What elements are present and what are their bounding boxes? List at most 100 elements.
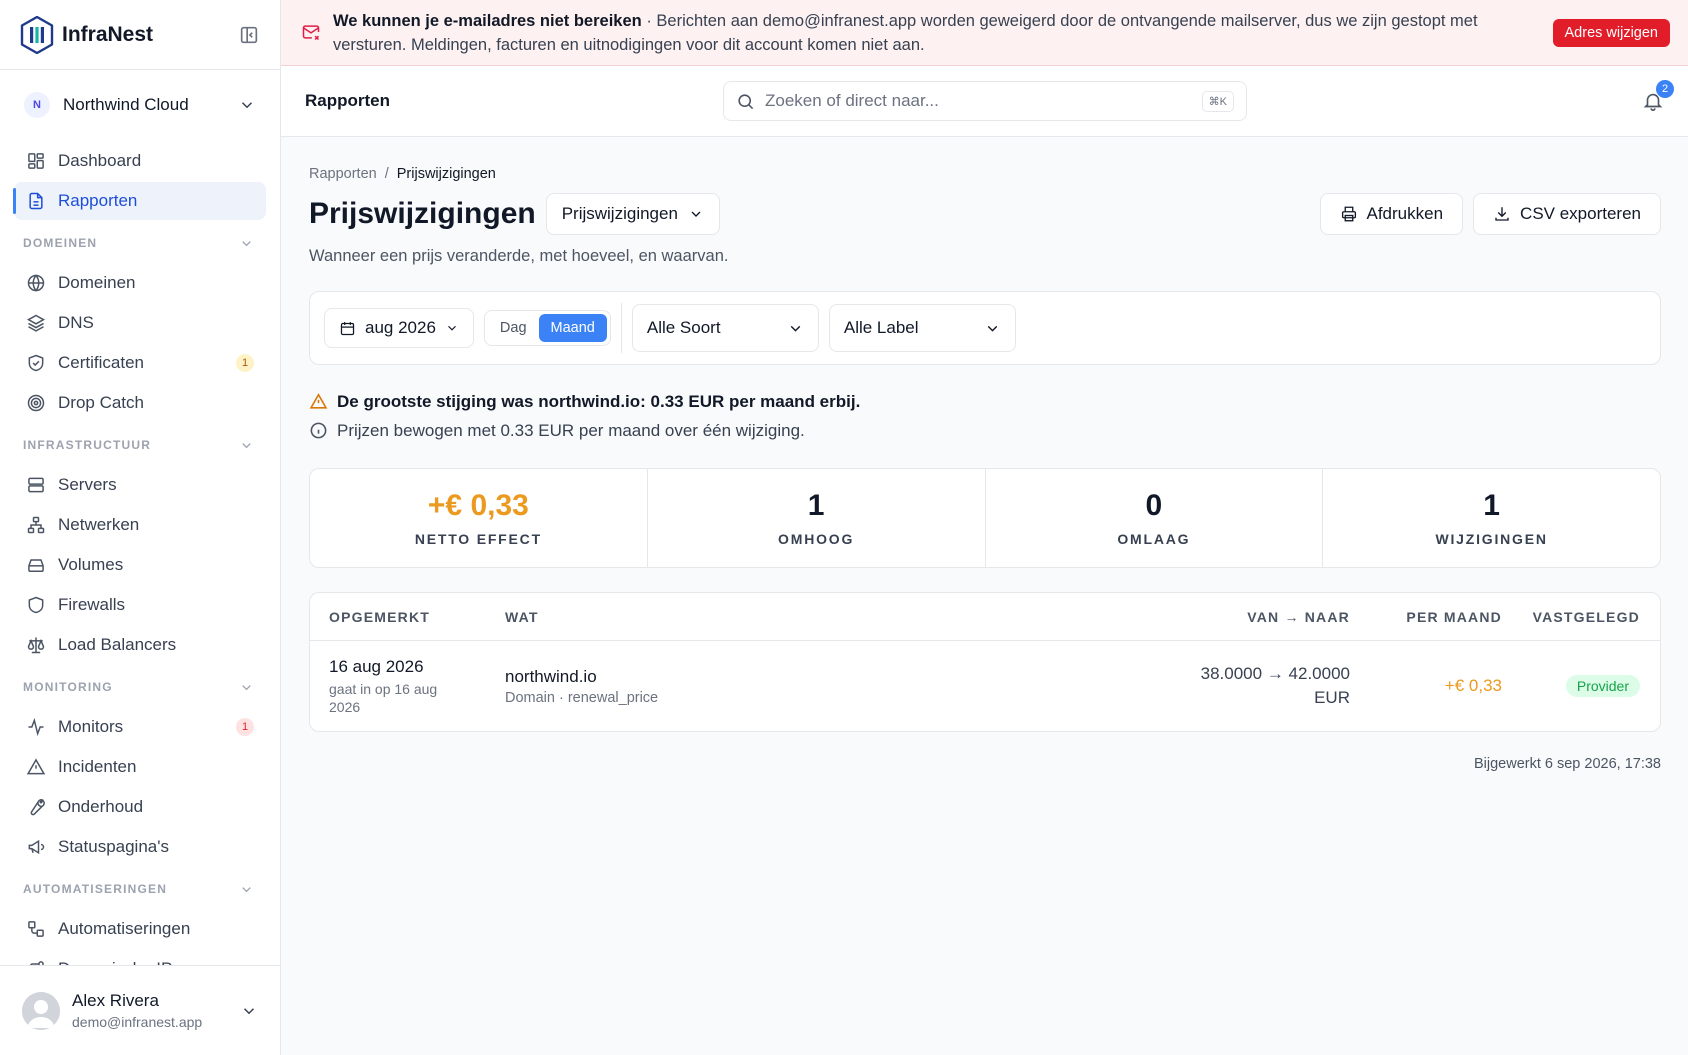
sidebar-item-onderhoud[interactable]: Onderhoud xyxy=(14,788,266,826)
user-menu[interactable]: Alex Rivera demo@infranest.app xyxy=(0,965,280,1055)
stat-label: WIJZIGINGEN xyxy=(1435,531,1548,547)
col-from-to[interactable]: VAN → NAAR xyxy=(1050,609,1350,625)
label-filter[interactable]: Alle Label xyxy=(828,304,1016,352)
section-automatiseringen[interactable]: AUTOMATISERINGEN xyxy=(14,870,266,908)
chevron-down-icon xyxy=(242,442,251,448)
notification-count: 2 xyxy=(1656,80,1674,98)
print-button[interactable]: Afdrukken xyxy=(1319,193,1464,235)
main-content: Rapporten / Prijswijzigingen Prijswijzig… xyxy=(309,137,1661,772)
cell-from-to: 38.0000 → 42.0000 EUR xyxy=(1050,662,1350,710)
megaphone-icon xyxy=(28,839,45,855)
col-recorded[interactable]: VASTGELEGD xyxy=(1502,609,1640,625)
sidebar-item-label: Netwerken xyxy=(58,515,140,534)
sidebar-item-label: Monitors xyxy=(58,717,124,736)
infranest-logo-icon xyxy=(20,15,54,54)
sidebar-item-rapporten[interactable]: Rapporten xyxy=(13,182,266,220)
sidebar-collapse-icon[interactable] xyxy=(238,24,260,46)
user-name: Alex Rivera xyxy=(72,991,159,1010)
insight-warning: De grootste stijging was northwind.io: 0… xyxy=(309,387,1661,416)
page-title: Prijswijzigingen xyxy=(309,197,536,230)
breadcrumb-rapporten[interactable]: Rapporten xyxy=(309,166,377,182)
stat-label: NETTO EFFECT xyxy=(414,531,542,547)
title-row: Prijswijzigingen Prijswijzigingen Afdruk… xyxy=(309,193,1661,235)
topbar: Rapporten ⌘K 2 xyxy=(281,66,1688,137)
sidebar-item-label: Certificaten xyxy=(58,353,144,372)
sidebar-item-label: Volumes xyxy=(58,555,124,574)
drive-icon xyxy=(28,559,44,572)
search-box[interactable]: ⌘K xyxy=(723,81,1247,121)
sidebar-item-volumes[interactable]: Volumes xyxy=(14,546,266,584)
sidebar-item-certificaten[interactable]: Certificaten 1 xyxy=(14,344,266,382)
section-domeinen[interactable]: DOMEINEN xyxy=(14,224,266,262)
sidebar-item-netwerken[interactable]: Netwerken xyxy=(14,506,266,544)
dashboard-icon xyxy=(28,153,44,169)
monitors-badge: 1 xyxy=(236,718,254,736)
info-icon xyxy=(310,422,327,439)
sidebar-item-domeinen[interactable]: Domeinen xyxy=(14,264,266,302)
sidebar-item-automatiseringen[interactable]: Automatiseringen xyxy=(14,910,266,948)
search-input[interactable] xyxy=(765,91,1202,111)
org-switcher[interactable]: N Northwind Cloud xyxy=(0,70,280,140)
sidebar-item-servers[interactable]: Servers xyxy=(14,466,266,504)
month-picker[interactable]: aug 2026 xyxy=(324,308,474,348)
table-row[interactable]: 16 aug 2026 gaat in op 16 aug 2026 north… xyxy=(310,641,1660,731)
sidebar-item-label: Incidenten xyxy=(58,757,137,776)
row-date: 16 aug 2026 xyxy=(329,656,424,676)
chevron-down-icon xyxy=(242,886,251,892)
shield-check-icon xyxy=(28,354,44,372)
sidebar-item-drop-catch[interactable]: Drop Catch xyxy=(14,384,266,422)
notifications-button[interactable]: 2 xyxy=(1642,80,1674,112)
col-noticed[interactable]: OPGEMERKT xyxy=(329,609,505,625)
sidebar-item-monitors[interactable]: Monitors 1 xyxy=(14,708,266,746)
row-delta: +€ 0,33 xyxy=(1444,676,1502,695)
search-shortcut: ⌘K xyxy=(1201,90,1234,112)
chevron-down-icon xyxy=(241,102,253,109)
period-day[interactable]: Dag xyxy=(488,314,539,342)
sidebar-item-label: Servers xyxy=(58,475,117,494)
period-toggle: Dag Maand xyxy=(483,310,611,346)
sidebar-item-incidenten[interactable]: Incidenten xyxy=(14,748,266,786)
alert-triangle-icon xyxy=(26,758,46,775)
stat-value: 1 xyxy=(1483,489,1500,522)
type-filter-value: Alle Soort xyxy=(646,318,721,337)
col-per-month[interactable]: PER MAAND xyxy=(1350,609,1502,625)
filters-bar: aug 2026 Dag Maand Alle Soort Alle Label xyxy=(309,291,1661,365)
server-icon xyxy=(28,477,44,493)
shield-icon xyxy=(28,596,44,614)
page-actions: Afdrukken CSV exporteren xyxy=(1319,193,1661,235)
print-label: Afdrukken xyxy=(1366,204,1444,223)
user-avatar-icon xyxy=(22,991,60,1030)
row-item[interactable]: northwind.io xyxy=(505,667,1050,687)
section-title: DOMEINEN xyxy=(23,236,98,250)
row-item-type: Domain · renewal_price xyxy=(505,689,659,706)
change-address-button[interactable]: Adres wijzigen xyxy=(1552,18,1670,47)
sidebar-item-label: Rapporten xyxy=(58,191,138,210)
stat-changes: 1 WIJZIGINGEN xyxy=(1323,469,1660,567)
sidebar-item-dns[interactable]: DNS xyxy=(14,304,266,342)
chevron-down-icon xyxy=(691,211,701,217)
report-type-select[interactable]: Prijswijzigingen xyxy=(545,193,720,235)
sidebar-item-firewalls[interactable]: Firewalls xyxy=(14,586,266,624)
section-monitoring[interactable]: MONITORING xyxy=(14,668,266,706)
search-icon xyxy=(738,93,754,109)
stat-net-effect: +€ 0,33 NETTO EFFECT xyxy=(310,469,648,567)
insight-info: Prijzen bewogen met 0.33 EUR per maand o… xyxy=(309,416,1661,445)
mail-x-icon xyxy=(302,25,320,41)
sidebar-item-dashboard[interactable]: Dashboard xyxy=(14,142,266,180)
col-what[interactable]: WAT xyxy=(505,609,1050,625)
insight-warning-text: De grootste stijging was northwind.io: 0… xyxy=(337,391,861,411)
sidebar-item-label: Dashboard xyxy=(58,151,142,170)
cell-noticed: 16 aug 2026 gaat in op 16 aug 2026 xyxy=(329,657,505,716)
period-month[interactable]: Maand xyxy=(538,314,607,342)
stats-summary: +€ 0,33 NETTO EFFECT 1 OMHOOG 0 OMLAAG 1… xyxy=(309,468,1661,568)
section-infrastructuur[interactable]: INFRASTRUCTUUR xyxy=(14,426,266,464)
network-icon xyxy=(27,516,45,534)
stat-down: 0 OMLAAG xyxy=(986,469,1324,567)
export-csv-button[interactable]: CSV exporteren xyxy=(1473,193,1661,235)
type-filter[interactable]: Alle Soort xyxy=(631,304,819,352)
org-name: Northwind Cloud xyxy=(63,95,189,114)
sidebar-item-label: Automatiseringen xyxy=(58,919,191,938)
sidebar-item-load-balancers[interactable]: Load Balancers xyxy=(14,626,266,664)
month-value: aug 2026 xyxy=(365,318,436,337)
sidebar-item-statuspaginas[interactable]: Statuspagina's xyxy=(14,828,266,866)
